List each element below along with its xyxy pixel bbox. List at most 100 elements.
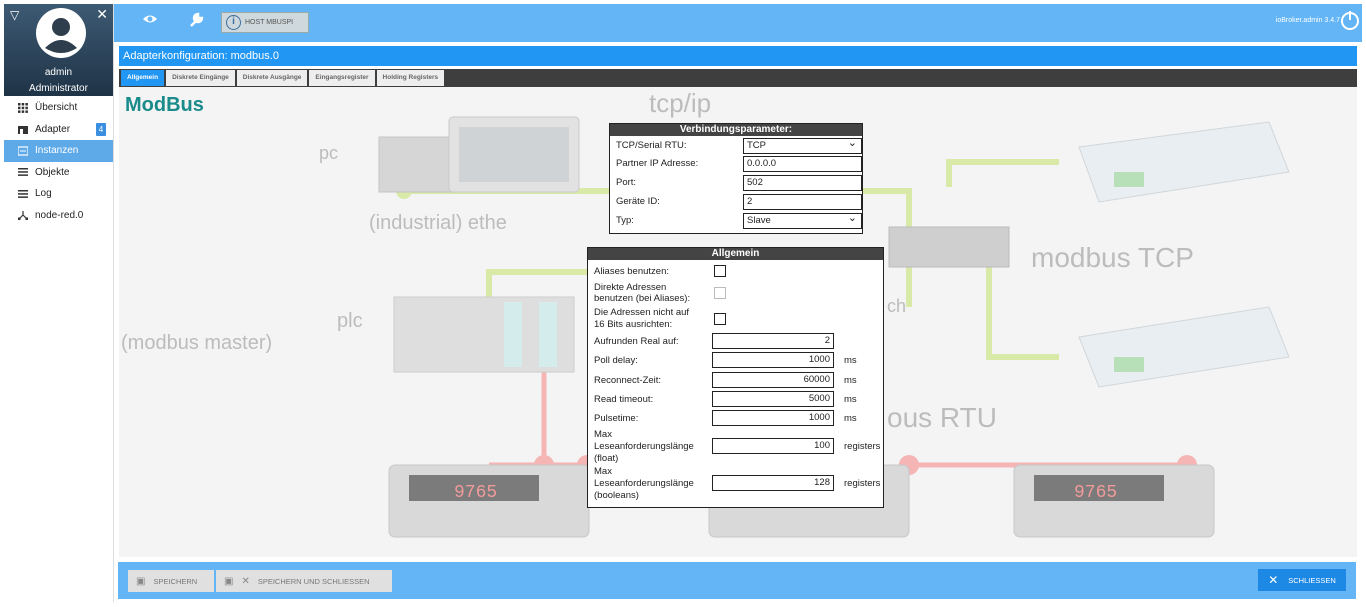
version-label: ioBroker.admin 3.4.7 [1275,17,1340,24]
align-label-line2: 16 Bits ausrichten: [594,319,673,330]
mode-select[interactable]: TCP [743,136,862,154]
unit-label: registers [844,441,881,452]
unit-label: ms [844,394,857,405]
label-plc: plc [337,310,363,332]
tab-diskrete-ausgaenge[interactable]: Diskrete Ausgänge [236,70,308,86]
field-label: Typ: [616,215,634,226]
field-label: Partner IP Adresse: [616,158,699,169]
max-bool-label-line3: (booleans) [594,490,639,501]
eye-icon[interactable] [142,12,158,29]
avatar[interactable] [36,8,86,58]
reconnect-time-input[interactable]: 60000 [712,372,834,388]
field-label: TCP/Serial RTU: [616,140,687,151]
pulsetime-input[interactable]: 1000 [712,410,834,426]
max-float-input[interactable]: 100 [712,438,834,454]
aliases-label: Aliases benutzen: [594,266,669,277]
close-label: SCHLIESSEN [1288,575,1336,585]
label-pc: pc [319,143,338,163]
grid-icon [18,102,28,113]
tab-bar: Allgemein Diskrete Eingänge Diskrete Aus… [119,69,1357,87]
save-button[interactable]: ▣ SPEICHERN [128,570,214,592]
display-readout-1: 9765 [454,483,497,503]
type-select[interactable]: Slave [743,211,862,229]
max-bool-input[interactable]: 128 [712,475,834,491]
field-label: Pulsetime: [594,413,639,424]
sidebar-item-label: Übersicht [35,102,78,114]
sidebar-item-label: Objekte [35,166,70,178]
read-timeout-input[interactable]: 5000 [712,391,834,407]
sidebar-item-adapter[interactable]: Adapter 4 [4,119,113,141]
direct-label-line2: benutzen (bei Aliases): [594,293,691,304]
floppy-icon: ▣ [224,575,234,587]
max-float-label-line1: Max [594,429,612,440]
label-modbus-rtu: ous RTU [887,402,997,433]
poll-delay-input[interactable]: 1000 [712,352,834,368]
align-16bit-checkbox[interactable] [714,313,726,325]
close-icon: ✕ [241,575,250,587]
port-input[interactable]: 502 [743,175,862,191]
max-bool-label-line1: Max [594,466,612,477]
save-close-button[interactable]: ▣ ✕ SPEICHERN UND SCHLIESSEN [216,570,392,592]
device-id-input[interactable]: 2 [743,194,862,210]
page-title: Adapterkonfiguration: modbus.0 [119,46,1357,66]
tab-holding-registers[interactable]: Holding Registers [376,70,445,86]
log-icon [18,189,28,198]
round-real-input[interactable]: 2 [712,333,834,349]
top-bar: i HOST MBUSPI ioBroker.admin 3.4.7 [114,4,1362,42]
sidebar-item-label: node-red.0 [35,209,84,221]
connection-header: Verbindungsparameter: [610,124,862,136]
user-role: Administrator [29,83,88,94]
host-button[interactable]: i HOST MBUSPI [221,12,309,33]
connection-panel: Verbindungsparameter: TCP/Serial RTU: TC… [609,123,863,234]
close-icon: ✕ [1268,573,1279,587]
user-name: admin [44,67,73,78]
info-icon: i [226,15,241,30]
sidebar-item-node-red[interactable]: node-red.0 [4,205,113,227]
label-modbus-master: (modbus master) [121,332,272,354]
label-modbus-tcp: modbus TCP [1031,242,1194,273]
network-icon [18,211,28,221]
direct-addresses-checkbox[interactable] [714,287,726,299]
sidebar-item-label: Instanzen [35,145,79,157]
close-sidebar-icon[interactable]: ✕ [96,6,108,23]
floppy-icon: ▣ [136,575,146,587]
max-float-label-line3: (float) [594,453,619,464]
unit-label: ms [844,375,857,386]
label-tcpip: tcp/ip [649,88,711,118]
general-header: Allgemein [588,248,883,260]
sidebar-item-instanzen[interactable]: Instanzen [4,140,113,162]
field-label: Geräte ID: [616,196,660,207]
list-icon [18,168,28,177]
sidebar-item-label: Log [35,188,52,200]
field-label: Port: [616,177,637,188]
tab-diskrete-eingaenge[interactable]: Diskrete Eingänge [166,70,235,86]
sidebar: ▽ ✕ admin Administrator Übersicht Adapte… [4,4,114,602]
close-button[interactable]: ✕ SCHLIESSEN [1258,569,1346,591]
bottom-bar: ▣ SPEICHERN ▣ ✕ SPEICHERN UND SCHLIESSEN… [118,562,1356,599]
aliases-checkbox[interactable] [714,265,726,277]
sidebar-item-uebersicht[interactable]: Übersicht [4,97,113,119]
adapter-count-badge: 4 [96,122,106,136]
display-readout-2: 9765 [1074,483,1117,503]
main-area: Adapterkonfiguration: modbus.0 Allgemein… [114,42,1362,602]
tab-eingangsregister[interactable]: Eingangsregister [309,70,375,86]
max-float-label-line2: Leseanforderungslänge [594,441,694,452]
wrench-icon[interactable] [188,12,204,31]
sidebar-item-objekte[interactable]: Objekte [4,162,113,184]
power-icon[interactable] [1341,11,1359,30]
save-close-label: SPEICHERN UND SCHLIESSEN [257,576,370,586]
unit-label: ms [844,413,857,424]
label-ethernet: (industrial) ethe [369,212,507,234]
brand-title: ModBus [125,94,204,116]
field-label: Read timeout: [594,394,654,405]
tab-allgemein[interactable]: Allgemein [121,70,165,86]
unit-label: ms [844,355,857,366]
sidebar-item-log[interactable]: Log [4,183,113,205]
config-content: 9765 9765 tcp/ip pc (industrial) ethe mo… [119,87,1357,557]
field-label: Reconnect-Zeit: [594,375,662,386]
host-label: HOST MBUSPI [245,19,294,26]
label-switch: ch [887,296,906,316]
ip-address-input[interactable]: 0.0.0.0 [743,156,862,172]
user-profile: ▽ ✕ admin Administrator [4,4,113,96]
menu-triangle-icon[interactable]: ▽ [10,8,19,22]
